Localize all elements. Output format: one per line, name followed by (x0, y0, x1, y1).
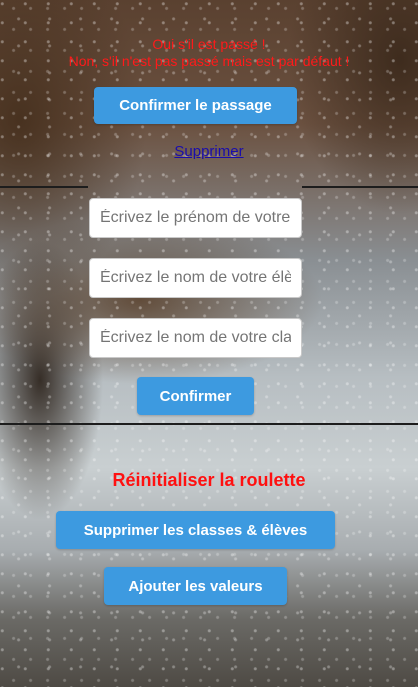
section-divider (0, 186, 88, 188)
section-divider (302, 186, 418, 188)
add-values-button[interactable]: Ajouter les valeurs (104, 567, 287, 605)
delete-classes-students-button[interactable]: Supprimer les classes & élèves (56, 511, 335, 549)
confirm-student-button[interactable]: Confirmer (137, 377, 254, 415)
confirm-passage-button[interactable]: Confirmer le passage (94, 87, 297, 124)
last-name-input[interactable] (89, 258, 302, 298)
first-name-input[interactable] (89, 198, 302, 238)
passage-notice: Oui s'il est passé ! Non, s'il n'est pas… (0, 36, 418, 70)
delete-link[interactable]: Supprimer (0, 143, 418, 160)
reset-roulette-title: Réinitialiser la roulette (112, 470, 306, 490)
class-name-input[interactable] (89, 318, 302, 358)
notice-line-no: Non, s'il n'est pas passé mais est par d… (68, 53, 350, 69)
section-divider (0, 423, 418, 425)
roulette-admin-panel: Oui s'il est passé ! Non, s'il n'est pas… (0, 0, 418, 687)
notice-line-yes: Oui s'il est passé ! (152, 36, 266, 52)
